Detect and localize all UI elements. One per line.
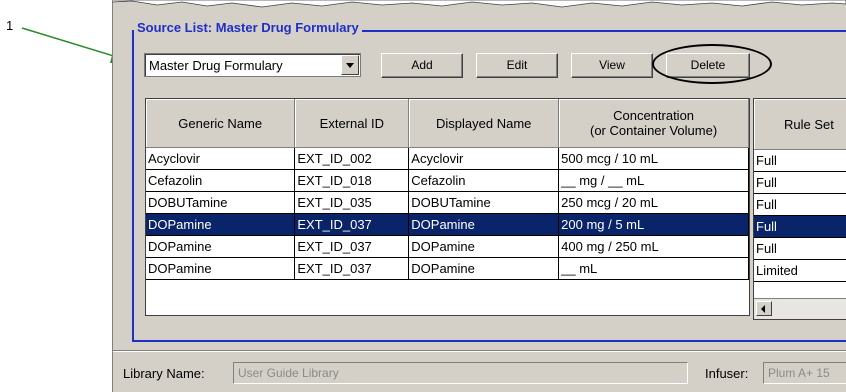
cell-concentration: 500 mcg / 10 mL	[558, 147, 749, 170]
source-list-dropdown[interactable]: Master Drug Formulary	[144, 53, 361, 77]
column-header-rule-set[interactable]: Rule Set	[754, 99, 846, 150]
add-button[interactable]: Add	[381, 53, 463, 78]
cell-external-id: EXT_ID_018	[294, 169, 410, 192]
horizontal-scrollbar[interactable]	[754, 298, 846, 319]
cell-rule-set: Full	[754, 149, 846, 172]
cell-displayed-name: DOPamine	[408, 213, 560, 236]
dropdown-arrow-icon[interactable]	[341, 55, 359, 75]
infuser-label: Infuser:	[705, 366, 749, 381]
footer-divider	[113, 350, 846, 352]
cell-external-id: EXT_ID_035	[294, 191, 410, 214]
table-row[interactable]: DOPamine EXT_ID_037 DOPamine 400 mg / 25…	[146, 235, 749, 258]
column-header-displayed-name[interactable]: Displayed Name	[408, 99, 560, 148]
cell-rule-set: Full	[754, 193, 846, 216]
cell-displayed-name: DOPamine	[408, 235, 560, 258]
cell-generic-name: DOBUTamine	[146, 191, 296, 214]
table-row[interactable]: Full	[754, 193, 846, 216]
drug-list-grid[interactable]: Generic Name External ID Displayed Name …	[145, 98, 750, 316]
cell-external-id: EXT_ID_037	[294, 213, 410, 236]
cell-external-id: EXT_ID_037	[294, 257, 410, 280]
cell-generic-name: DOPamine	[146, 257, 296, 280]
cell-displayed-name: Cefazolin	[408, 169, 560, 192]
cell-external-id: EXT_ID_002	[294, 147, 410, 170]
cell-generic-name: DOPamine	[146, 213, 296, 236]
table-row[interactable]: Limited	[754, 259, 846, 282]
table-row[interactable]: Full	[754, 237, 846, 260]
column-header-generic-name[interactable]: Generic Name	[146, 99, 296, 148]
infuser-field: Plum A+ 15	[763, 362, 846, 384]
cell-generic-name: Acyclovir	[146, 147, 296, 170]
cell-concentration: 250 mcg / 20 mL	[558, 191, 749, 214]
cell-concentration: 400 mg / 250 mL	[558, 235, 749, 258]
view-button[interactable]: View	[571, 53, 653, 78]
column-header-concentration[interactable]: Concentration (or Container Volume)	[558, 99, 749, 148]
cell-rule-set: Limited	[754, 259, 846, 282]
table-row[interactable]: DOBUTamine EXT_ID_035 DOBUTamine 250 mcg…	[146, 191, 749, 214]
table-row-selected[interactable]: Full	[754, 215, 846, 238]
library-name-label: Library Name:	[123, 366, 205, 381]
table-row[interactable]: Full	[754, 149, 846, 172]
cell-displayed-name: DOPamine	[408, 257, 560, 280]
cell-concentration: 200 mg / 5 mL	[558, 213, 749, 236]
cell-concentration: __ mg / __ mL	[558, 169, 749, 192]
column-header-external-id[interactable]: External ID	[294, 99, 410, 148]
table-row-selected[interactable]: DOPamine EXT_ID_037 DOPamine 200 mg / 5 …	[146, 213, 749, 236]
cell-generic-name: DOPamine	[146, 235, 296, 258]
torn-edge-decoration	[112, 0, 846, 8]
cell-rule-set: Full	[754, 237, 846, 260]
cell-displayed-name: Acyclovir	[408, 147, 560, 170]
cell-displayed-name: DOBUTamine	[408, 191, 560, 214]
table-row[interactable]: Cefazolin EXT_ID_018 Cefazolin __ mg / _…	[146, 169, 749, 192]
source-list-dropdown-value: Master Drug Formulary	[149, 58, 283, 73]
source-list-title: Source List: Master Drug Formulary	[134, 20, 362, 35]
cell-rule-set: Full	[754, 215, 846, 238]
cell-concentration: __ mL	[558, 257, 749, 280]
cell-generic-name: Cefazolin	[146, 169, 296, 192]
rule-set-grid[interactable]: Rule Set Full Full Full Full Full Limite…	[753, 98, 846, 320]
table-row[interactable]: Full	[754, 171, 846, 194]
scroll-left-arrow-icon[interactable]	[756, 301, 772, 316]
cell-external-id: EXT_ID_037	[294, 235, 410, 258]
table-row[interactable]: DOPamine EXT_ID_037 DOPamine __ mL	[146, 257, 749, 280]
cell-rule-set: Full	[754, 171, 846, 194]
edit-button[interactable]: Edit	[476, 53, 558, 78]
library-name-field: User Guide Library	[233, 362, 688, 384]
drug-library-window: Source List: Master Drug Formulary Maste…	[112, 0, 846, 392]
table-row[interactable]: Acyclovir EXT_ID_002 Acyclovir 500 mcg /…	[146, 147, 749, 170]
delete-highlight-circle	[652, 44, 772, 84]
